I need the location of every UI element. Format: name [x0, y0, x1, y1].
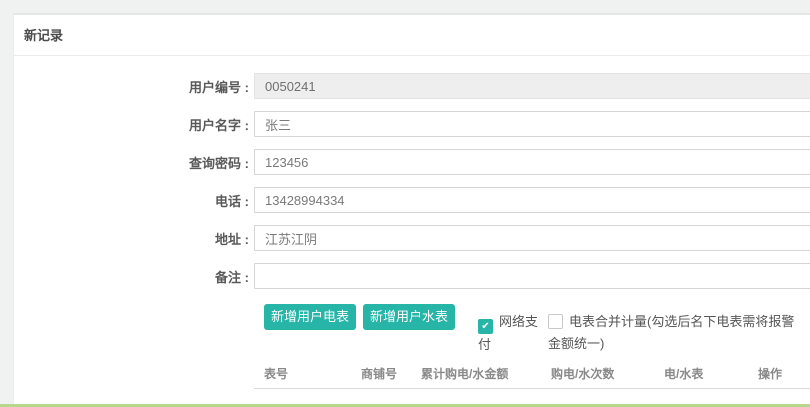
meter-table-header-row: 表号 商铺号 累计购电/水金额 购电/水次数 电/水表 操作 — [254, 359, 810, 389]
table-header-purchase-count: 购电/水次数 — [541, 365, 654, 382]
phone-input[interactable] — [254, 187, 810, 213]
form-row-user-name: 用户名字 : — [14, 111, 810, 137]
meter-table: 表号 商铺号 累计购电/水金额 购电/水次数 电/水表 操作 — [254, 359, 810, 389]
query-password-label: 查询密码 : — [14, 153, 249, 172]
merge-metering-checkbox[interactable] — [548, 314, 563, 329]
network-payment-checkbox-group[interactable]: ✔网络支付 — [478, 311, 546, 356]
query-password-input[interactable] — [254, 149, 810, 175]
address-input[interactable] — [254, 225, 810, 251]
add-electric-meter-button[interactable]: 新增用户电表 — [264, 304, 356, 330]
panel-header: 新记录 — [14, 15, 810, 56]
table-header-meter-type: 电/水表 — [654, 365, 748, 382]
network-payment-checkbox[interactable]: ✔ — [478, 319, 493, 334]
merge-metering-checkbox-group[interactable]: 电表合并计量(勾选后名下电表需将报警金额统一) — [548, 311, 798, 355]
new-record-panel: 新记录 用户编号 : 用户名字 : 查询密码 : 电话 : 地址 : 备注 : — [13, 13, 810, 407]
form-row-phone: 电话 : — [14, 187, 810, 213]
add-water-meter-button[interactable]: 新增用户水表 — [363, 304, 455, 330]
address-label: 地址 : — [14, 229, 249, 248]
table-header-total-purchase-amount: 累计购电/水金额 — [411, 365, 541, 382]
remarks-input[interactable] — [254, 263, 810, 289]
phone-label: 电话 : — [14, 191, 249, 210]
table-header-shop-no: 商铺号 — [351, 365, 411, 382]
user-id-input[interactable] — [254, 73, 810, 99]
page: { "panel": { "title": "新记录" }, "form": {… — [0, 0, 810, 407]
merge-metering-label: 电表合并计量(勾选后名下电表需将报警金额统一) — [548, 314, 794, 351]
user-id-label: 用户编号 : — [14, 77, 249, 96]
user-name-input[interactable] — [254, 111, 810, 137]
form-row-address: 地址 : — [14, 225, 810, 251]
form-row-remarks: 备注 : — [14, 263, 810, 289]
user-name-label: 用户名字 : — [14, 115, 249, 134]
table-header-meter-no: 表号 — [254, 365, 351, 382]
check-icon: ✔ — [481, 321, 489, 332]
form-row-query-password: 查询密码 : — [14, 149, 810, 175]
form-row-user-id: 用户编号 : — [14, 73, 810, 99]
new-record-form: 用户编号 : 用户名字 : 查询密码 : 电话 : 地址 : 备注 : 新增用户… — [14, 56, 810, 389]
table-header-actions: 操作 — [748, 365, 810, 382]
panel-title: 新记录 — [24, 28, 63, 43]
action-row: 新增用户电表 新增用户水表 ✔网络支付 电表合并计量(勾选后名下电表需将报警金额… — [264, 304, 810, 356]
remarks-label: 备注 : — [14, 267, 249, 286]
